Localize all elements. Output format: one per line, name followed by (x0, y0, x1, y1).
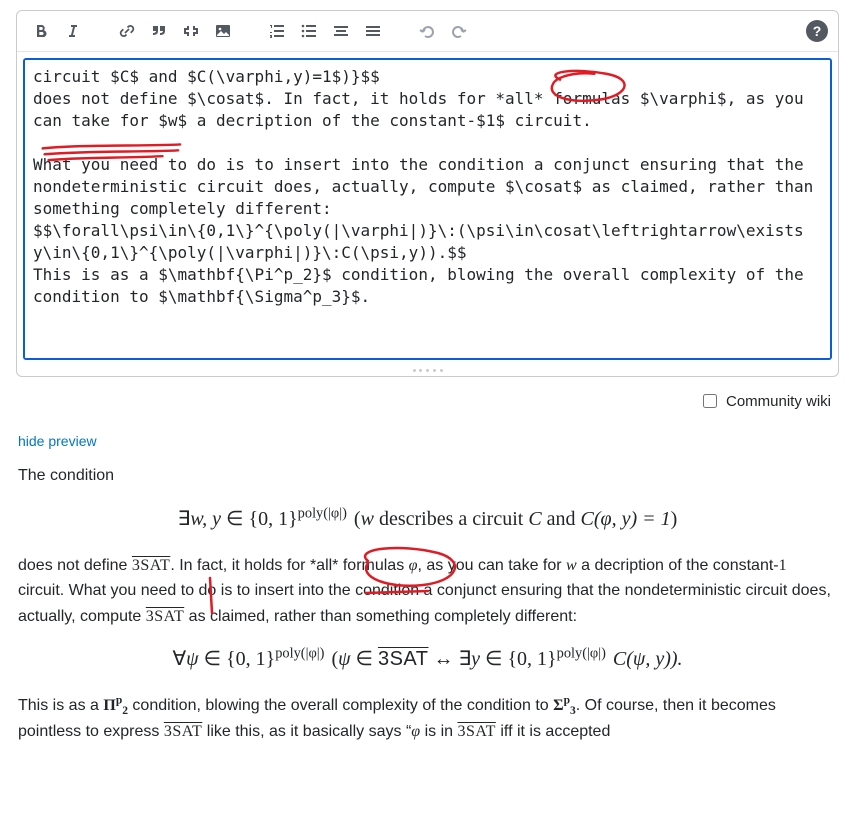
link-button[interactable] (113, 17, 141, 45)
cosat-3: 3SAT (164, 723, 202, 740)
redo-button[interactable] (445, 17, 473, 45)
bold-icon (33, 23, 49, 39)
resize-grip[interactable] (17, 366, 838, 376)
community-wiki-label[interactable]: Community wiki (726, 393, 831, 410)
cosat-4: 3SAT (457, 723, 495, 740)
ordered-list-button[interactable] (263, 17, 291, 45)
bold-button[interactable] (27, 17, 55, 45)
editor-area[interactable] (23, 58, 832, 360)
italic-button[interactable] (59, 17, 87, 45)
image-button[interactable] (209, 17, 237, 45)
cosat-1: 3SAT (132, 557, 170, 574)
ordered-list-icon (268, 22, 286, 40)
heading-icon (332, 22, 350, 40)
preview-paragraph-2: does not define 3SAT. In fact, it holds … (18, 553, 837, 630)
unordered-list-icon (300, 22, 318, 40)
preview-paragraph-3: This is as a Πp2 condition, blowing the … (18, 693, 837, 744)
undo-button[interactable] (413, 17, 441, 45)
heading-button[interactable] (327, 17, 355, 45)
hr-button[interactable] (359, 17, 387, 45)
help-button[interactable]: ? (806, 20, 828, 42)
preview-lead: The condition (18, 463, 837, 489)
preview: The condition ∃w, y ∈ {0, 1}poly(|φ|) (w… (18, 463, 837, 745)
unordered-list-button[interactable] (295, 17, 323, 45)
hide-preview-link[interactable]: hide preview (18, 433, 855, 449)
italic-icon (65, 23, 81, 39)
redo-icon (450, 22, 468, 40)
community-wiki-checkbox[interactable] (703, 394, 717, 408)
preview-display-1: ∃w, y ∈ {0, 1}poly(|φ|) (w describes a c… (18, 503, 837, 535)
editor-container: ? (16, 10, 839, 377)
image-icon (214, 22, 232, 40)
preview-display-2: ∀ψ ∈ {0, 1}poly(|φ|) (ψ ∈ 3SAT ↔ ∃y ∈ {0… (18, 643, 837, 675)
editor-textarea[interactable] (25, 60, 830, 358)
quote-button[interactable] (145, 17, 173, 45)
toolbar: ? (17, 11, 838, 52)
hr-icon (364, 22, 382, 40)
undo-icon (418, 22, 436, 40)
quote-icon (150, 22, 168, 40)
community-wiki-row: Community wiki (0, 391, 831, 411)
code-button[interactable] (177, 17, 205, 45)
cosat-2: 3SAT (146, 608, 184, 625)
link-icon (118, 22, 136, 40)
code-icon (182, 22, 200, 40)
